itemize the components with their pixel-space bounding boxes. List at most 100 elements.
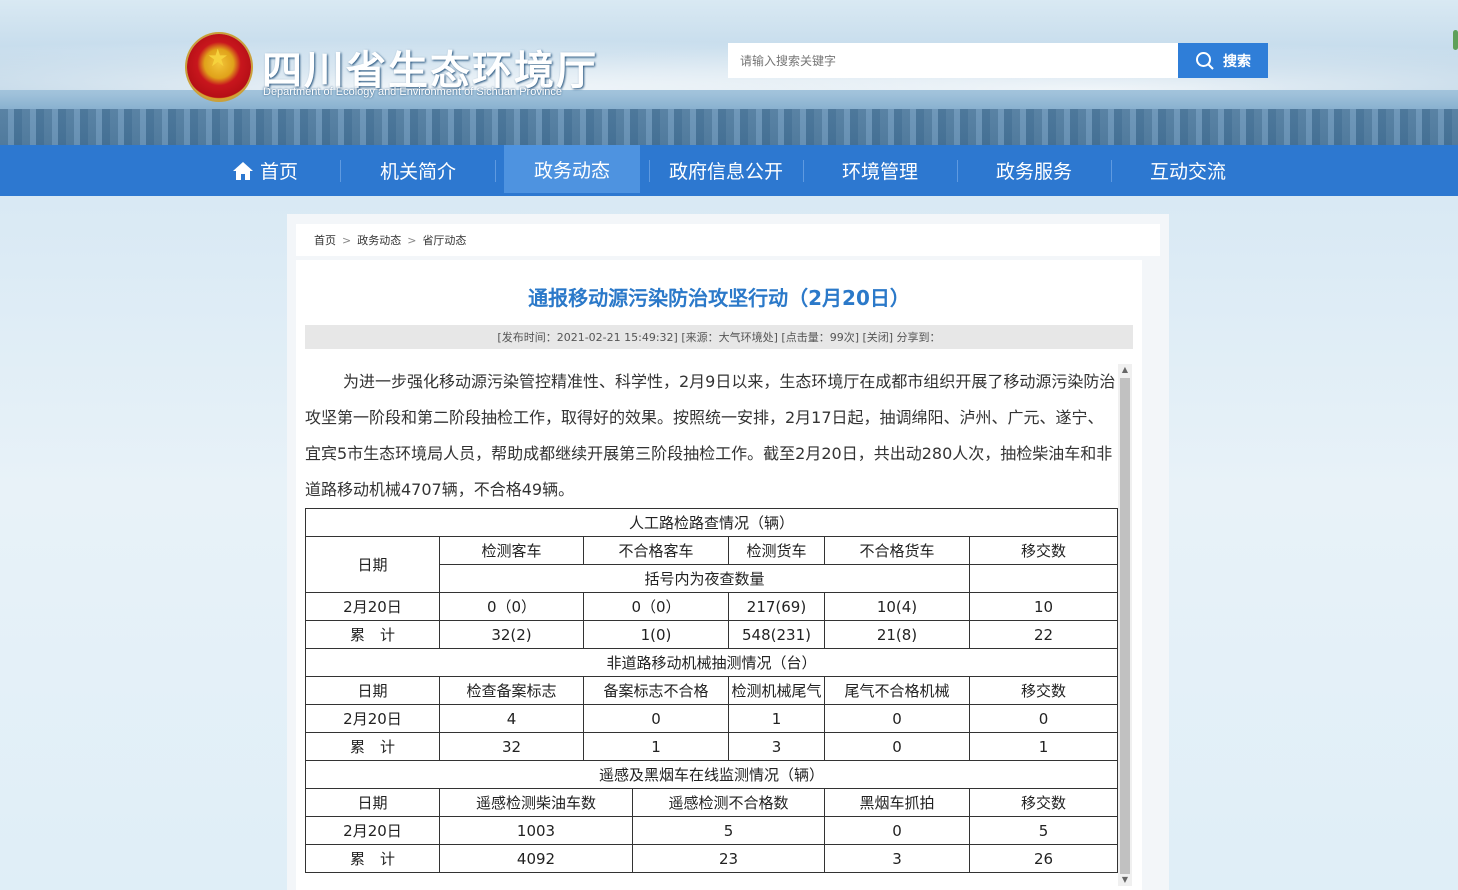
table-cell: 累 计: [305, 732, 440, 761]
table-row: 2月20日 4 0 1 0 0: [305, 704, 1119, 733]
nav-item-label: 首页: [259, 161, 298, 183]
table-cell: 0: [824, 732, 970, 761]
article-scrollbar[interactable]: ▲ ▼: [1118, 364, 1132, 886]
table-header-row: 日期 遥感检测柴油车数 遥感检测不合格数 黑烟车抓拍 移交数: [305, 788, 1119, 817]
table-header-cell: 不合格货车: [824, 536, 970, 565]
nav-item-label: 政府信息公开: [668, 161, 783, 183]
table-header-cell: 检测货车: [728, 536, 825, 565]
table-row: 2月20日 1003 5 0 5: [305, 816, 1119, 845]
table-cell: 217(69): [728, 592, 825, 621]
table-cell: 5: [632, 816, 825, 845]
table-cell: 4: [439, 704, 584, 733]
table-section-title-row: 非道路移动机械抽测情况（台）: [304, 648, 1119, 677]
table-header-cell: 日期: [305, 676, 440, 705]
table-cell: 4092: [439, 844, 633, 873]
nav-item-services[interactable]: 政务服务: [966, 145, 1102, 196]
table-cell: 32(2): [439, 620, 584, 649]
table-header-row: 日期 检测客车 不合格客车 检测货车 不合格货车 移交数: [305, 536, 1119, 593]
scroll-up-icon[interactable]: ▲: [1118, 364, 1132, 376]
scroll-thumb[interactable]: [1120, 378, 1130, 874]
page-scroll-indicator[interactable]: [1453, 30, 1458, 50]
table-cell: 22: [968, 620, 1119, 649]
inspection-table: 人工路检路查情况（辆） 日期 检测客车 不合格客车 检测货车 不合格货车 移交数…: [304, 508, 1119, 873]
table-cell: 32: [439, 732, 584, 761]
table-header-row: 日期 检查备案标志 备案标志不合格 检测机械尾气 尾气不合格机械 移交数: [305, 676, 1119, 705]
table-cell: 0（0）: [583, 592, 729, 621]
table-header-cell: 黑烟车抓拍: [824, 788, 970, 817]
table-cell: 10: [968, 592, 1119, 621]
table-section-title-row: 遥感及黑烟车在线监测情况（辆）: [304, 760, 1119, 789]
table-cell: 548(231): [728, 620, 825, 649]
table-cell: 2月20日: [305, 816, 440, 845]
nav-item-label: 互动交流: [1149, 161, 1226, 183]
article-title: 通报移动源污染防治攻坚行动（2月20日）: [528, 286, 910, 310]
nav-item-label: 政务服务: [995, 161, 1072, 183]
table-cell: 2月20日: [305, 592, 440, 621]
scroll-down-icon[interactable]: ▼: [1118, 874, 1132, 886]
table-cell: 0（0）: [439, 592, 584, 621]
table-cell: 1003: [439, 816, 633, 845]
nav-item-about[interactable]: 机关简介: [350, 145, 486, 196]
table-cell: 1: [583, 732, 729, 761]
search-input[interactable]: [728, 43, 1178, 78]
breadcrumb: 首页 > 政务动态 > 省厅动态: [296, 224, 1160, 256]
table-section-title: 非道路移动机械抽测情况（台）: [304, 648, 1119, 677]
table-cell: 21(8): [824, 620, 970, 649]
table-cell: 1(0): [583, 620, 729, 649]
table-header-cell: 检查备案标志: [439, 676, 584, 705]
table-cell: 0: [824, 704, 970, 733]
table-empty-cell: [968, 564, 1119, 593]
nav-item-interaction[interactable]: 互动交流: [1120, 145, 1256, 196]
nav-item-environment[interactable]: 环境管理: [812, 145, 948, 196]
table-section-title: 遥感及黑烟车在线监测情况（辆）: [304, 760, 1119, 789]
table-header-cell: 遥感检测柴油车数: [439, 788, 633, 817]
header-skyline: [0, 109, 1458, 145]
nav-item-home[interactable]: 首页: [210, 145, 320, 196]
table-header-cell: 备案标志不合格: [583, 676, 729, 705]
breadcrumb-news[interactable]: 政务动态: [357, 232, 401, 248]
table-header-cell: 不合格客车: [583, 536, 729, 565]
table-cell: 23: [632, 844, 825, 873]
search-button[interactable]: 搜索: [1178, 43, 1268, 78]
nav-item-news[interactable]: 政务动态: [504, 145, 640, 193]
table-cell: 3: [824, 844, 970, 873]
table-cell: 0: [968, 704, 1119, 733]
table-cell: 5: [968, 816, 1119, 845]
table-cell: 1: [728, 704, 825, 733]
breadcrumb-separator: >: [407, 233, 417, 247]
main-nav: 首页 机关简介 政务动态 政府信息公开 环境管理 政务服务 互动交流: [0, 145, 1458, 196]
table-row: 累 计 32(2) 1(0) 548(231) 21(8) 22: [305, 620, 1119, 649]
table-cell: 1: [968, 732, 1119, 761]
nav-divider: [957, 160, 958, 182]
table-cell: 累 计: [305, 620, 440, 649]
table-cell: 10(4): [824, 592, 970, 621]
article-body: 为进一步强化移动源污染管控精准性、科学性，2月9日以来，生态环境厅在成都市组织开…: [305, 372, 1116, 499]
nav-divider: [803, 160, 804, 182]
table-cell: 累 计: [305, 844, 440, 873]
breadcrumb-dept-news[interactable]: 省厅动态: [422, 232, 466, 248]
nav-divider: [340, 160, 341, 182]
nav-item-info-disclosure[interactable]: 政府信息公开: [658, 145, 794, 196]
breadcrumb-home[interactable]: 首页: [314, 232, 336, 248]
table-header-cell: 移交数: [968, 676, 1119, 705]
site-subtitle: Department of Ecology and Environment of…: [263, 86, 562, 98]
search-button-label: 搜索: [1223, 53, 1251, 70]
table-cell: 3: [728, 732, 825, 761]
search-icon: [1196, 51, 1214, 70]
table-header-cell: 移交数: [968, 788, 1119, 817]
table-header-cell: 日期: [305, 536, 440, 593]
table-note-cell: 括号内为夜查数量: [439, 564, 970, 593]
table-cell: 2月20日: [305, 704, 440, 733]
table-header-cell: 检测客车: [439, 536, 584, 565]
national-emblem-logo[interactable]: [187, 34, 251, 100]
nav-divider: [1111, 160, 1112, 182]
table-section-title: 人工路检路查情况（辆）: [304, 508, 1119, 537]
home-icon: [232, 161, 253, 180]
table-section-title-row: 人工路检路查情况（辆）: [304, 508, 1119, 537]
table-cell: 0: [583, 704, 729, 733]
table-header-cell: 日期: [305, 788, 440, 817]
table-cell: 26: [968, 844, 1119, 873]
table-header-cell: 移交数: [968, 536, 1119, 565]
article-meta: [发布时间：2021-02-21 15:49:32] [来源：大气环境处] [点…: [305, 325, 1133, 349]
nav-item-label: 政务动态: [533, 159, 610, 182]
